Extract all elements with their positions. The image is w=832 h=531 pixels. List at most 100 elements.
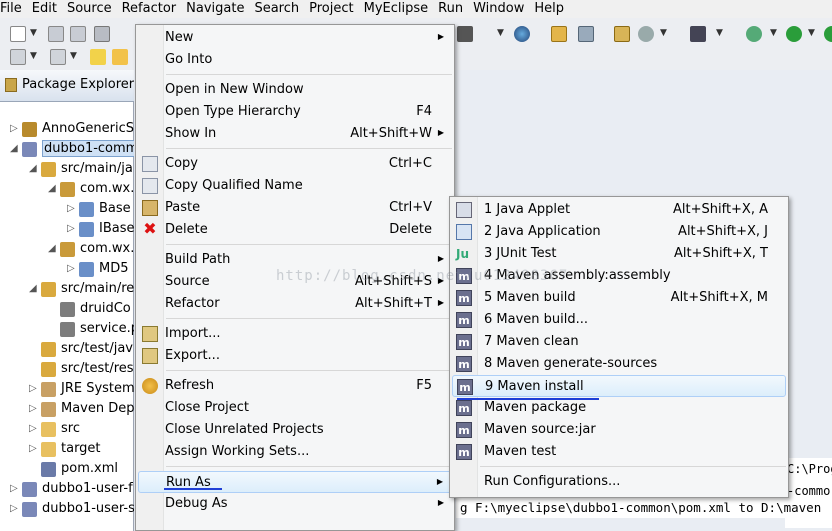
tree-item-src-test-jav[interactable]: src/test/jav: [0, 340, 134, 360]
run-as-item-maven-test[interactable]: m Maven test: [452, 441, 786, 463]
menu-navigate[interactable]: Navigate: [182, 0, 250, 18]
nav-icon[interactable]: [10, 49, 26, 65]
menu-item-refresh[interactable]: Refresh F5: [138, 375, 452, 397]
collapse-icon[interactable]: ◢: [48, 183, 58, 194]
tree-item-annogenericsm[interactable]: ▷ AnnoGenericSM: [0, 120, 134, 140]
dropdown-icon[interactable]: ▼: [770, 28, 777, 38]
tree-item-com-wx[interactable]: ◢ com.wx.: [0, 240, 134, 260]
expand-icon[interactable]: ▷: [67, 223, 77, 234]
run-as-item-5-maven-build[interactable]: m 5 Maven build Alt+Shift+X, M: [452, 287, 786, 309]
menu-item-debug-as[interactable]: Debug As ▶: [138, 493, 452, 515]
save-all-icon[interactable]: [70, 26, 86, 42]
expand-icon[interactable]: ▷: [67, 203, 77, 214]
menu-item-import[interactable]: Import...: [138, 323, 452, 345]
run-as-item-1-java-applet[interactable]: 1 Java Applet Alt+Shift+X, A: [452, 199, 786, 221]
save-icon[interactable]: [48, 26, 64, 42]
dropdown-icon[interactable]: ▼: [660, 28, 667, 38]
gear-icon[interactable]: [638, 26, 654, 42]
tree-item-src[interactable]: ▷ src: [0, 420, 134, 440]
run-as-item-3-junit-test[interactable]: Ju 3 JUnit Test Alt+Shift+X, T: [452, 243, 786, 265]
menu-item-refactor[interactable]: Refactor Alt+Shift+T ▶: [138, 293, 452, 315]
run-as-item-9-maven-install[interactable]: m 9 Maven install: [452, 375, 786, 397]
menu-item-export[interactable]: Export...: [138, 345, 452, 367]
tree-item-maven-dep[interactable]: ▷ Maven Dep: [0, 400, 134, 420]
back-icon[interactable]: [112, 49, 128, 65]
menu-item-paste[interactable]: Paste Ctrl+V: [138, 197, 452, 219]
collapse-icon[interactable]: ◢: [10, 143, 20, 154]
menu-item-assign-working-sets[interactable]: Assign Working Sets...: [138, 441, 452, 463]
expand-icon[interactable]: ▷: [67, 263, 77, 274]
menu-item-copy[interactable]: Copy Ctrl+C: [138, 153, 452, 175]
collapse-icon[interactable]: ◢: [29, 163, 39, 174]
menu-item-open-in-new-window[interactable]: Open in New Window: [138, 79, 452, 101]
expand-icon[interactable]: ▷: [29, 423, 39, 434]
expand-icon[interactable]: ▷: [10, 483, 20, 494]
menu-file[interactable]: File: [0, 0, 28, 18]
expand-icon[interactable]: ▷: [10, 123, 20, 134]
tree-item-src-main-ja[interactable]: ◢ src/main/ja: [0, 160, 134, 180]
config-icon[interactable]: [614, 26, 630, 42]
tree-item-src-test-res[interactable]: src/test/res: [0, 360, 134, 380]
tree-item-dubbo1-user-f[interactable]: ▷ dubbo1-user-f: [0, 480, 134, 500]
dropdown-icon[interactable]: ▼: [808, 28, 815, 38]
dropdown-icon[interactable]: ▼: [497, 28, 504, 38]
annotation-icon[interactable]: [50, 49, 66, 65]
run-as-item-maven-source-jar[interactable]: m Maven source:jar: [452, 419, 786, 441]
menu-refactor[interactable]: Refactor: [118, 0, 183, 18]
menu-item-open-type-hierarchy[interactable]: Open Type Hierarchy F4: [138, 101, 452, 123]
menu-source[interactable]: Source: [63, 0, 118, 18]
menu-item-delete[interactable]: ✖ Delete Delete: [138, 219, 452, 241]
collapse-icon[interactable]: ◢: [48, 243, 58, 254]
tree-item-ibase[interactable]: ▷ IBase: [0, 220, 134, 240]
run-as-item-2-java-application[interactable]: 2 Java Application Alt+Shift+X, J: [452, 221, 786, 243]
new-icon[interactable]: [10, 26, 26, 42]
expand-icon[interactable]: ▷: [29, 443, 39, 454]
search-tool-icon[interactable]: [578, 26, 594, 42]
dropdown-icon[interactable]: ▼: [70, 51, 77, 61]
menu-item-close-project[interactable]: Close Project: [138, 397, 452, 419]
pin-icon[interactable]: [90, 49, 106, 65]
menu-item-new[interactable]: New ▶: [138, 27, 452, 49]
external-tools-icon[interactable]: [824, 26, 832, 42]
new-dropdown-icon[interactable]: ▼: [30, 28, 37, 38]
menu-edit[interactable]: Edit: [28, 0, 63, 18]
run-as-item-run-configurations[interactable]: Run Configurations...: [452, 471, 786, 493]
tree-item-dubbo1-commo[interactable]: ◢ dubbo1-commo: [0, 140, 134, 160]
dropdown-icon[interactable]: ▼: [30, 51, 37, 61]
run-as-item-maven-package[interactable]: m Maven package: [452, 397, 786, 419]
menu-myeclipse[interactable]: MyEclipse: [360, 0, 435, 18]
debug-icon[interactable]: [746, 26, 762, 42]
globe-icon[interactable]: [514, 26, 530, 42]
run-icon[interactable]: [786, 26, 802, 42]
expand-icon[interactable]: ▷: [10, 503, 20, 514]
toolbar-tool-icon[interactable]: [457, 26, 473, 42]
expand-icon[interactable]: ▷: [29, 403, 39, 414]
dropdown-icon[interactable]: ▼: [716, 28, 723, 38]
tree-item-jre-system[interactable]: ▷ JRE System: [0, 380, 134, 400]
tree-item-target[interactable]: ▷ target: [0, 440, 134, 460]
run-as-item-8-maven-generate-sources[interactable]: m 8 Maven generate-sources: [452, 353, 786, 375]
tree-item-dubbo1-user-s[interactable]: ▷ dubbo1-user-s: [0, 500, 134, 520]
collapse-icon[interactable]: ◢: [29, 283, 39, 294]
menu-run[interactable]: Run: [434, 0, 469, 18]
tree-item-base[interactable]: ▷ Base: [0, 200, 134, 220]
tree-item-src-main-re[interactable]: ◢ src/main/re: [0, 280, 134, 300]
print-icon[interactable]: [94, 26, 110, 42]
tree-item-com-wx[interactable]: ◢ com.wx.: [0, 180, 134, 200]
menu-item-go-into[interactable]: Go Into: [138, 49, 452, 71]
tree-item-service-p[interactable]: service.p: [0, 320, 134, 340]
menu-item-close-unrelated-projects[interactable]: Close Unrelated Projects: [138, 419, 452, 441]
tree-item-md5[interactable]: ▷ MD5: [0, 260, 134, 280]
menu-help[interactable]: Help: [530, 0, 570, 18]
run-as-item-7-maven-clean[interactable]: m 7 Maven clean: [452, 331, 786, 353]
menu-search[interactable]: Search: [250, 0, 305, 18]
open-folder-icon[interactable]: [551, 26, 567, 42]
tree-item-pom-xml[interactable]: pom.xml: [0, 460, 134, 480]
run-as-item-6-maven-build[interactable]: m 6 Maven build...: [452, 309, 786, 331]
expand-icon[interactable]: ▷: [29, 383, 39, 394]
tree-item-druidco[interactable]: druidCo: [0, 300, 134, 320]
server-icon[interactable]: [690, 26, 706, 42]
menu-window[interactable]: Window: [469, 0, 530, 18]
menu-project[interactable]: Project: [305, 0, 359, 18]
menu-item-show-in[interactable]: Show In Alt+Shift+W ▶: [138, 123, 452, 145]
